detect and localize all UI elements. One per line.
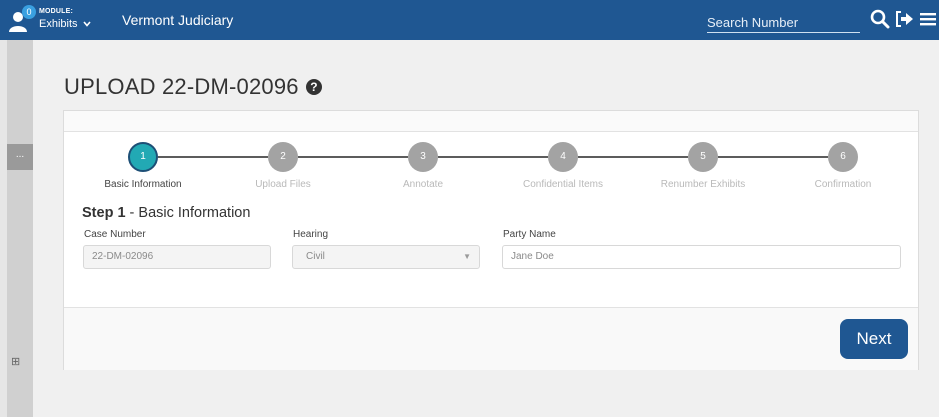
party-name-label: Party Name [503,229,556,240]
case-number-field[interactable]: 22-DM-02096 [83,245,271,269]
search-icon[interactable] [870,8,890,30]
help-icon[interactable]: ? [305,78,323,96]
search-input[interactable] [707,12,860,32]
svg-text:?: ? [310,80,318,94]
step-connector [718,156,828,158]
chevron-down-icon [82,21,91,27]
page-title: UPLOAD 22-DM-02096 ? [64,74,323,100]
step-title: - Basic Information [125,205,251,221]
step-connector [438,156,548,158]
step-connector [298,156,408,158]
module-label: MODULE: [39,8,74,15]
user-menu[interactable]: 0 [8,5,36,33]
step-6-indicator[interactable]: 6 [828,142,858,172]
step-connector [158,156,268,158]
step-1-label: Basic Information [104,179,182,190]
step-1-indicator[interactable]: 1 [128,142,158,172]
menu-icon[interactable] [919,8,937,30]
step-2-indicator[interactable]: 2 [268,142,298,172]
upload-wizard-card: 1 2 3 4 5 6 Basic Information Upload Fil… [63,110,919,370]
step-2-label: Upload Files [255,179,311,190]
notification-badge: 0 [22,5,36,19]
step-prefix: Step 1 [82,205,126,221]
step-4-label: Confidential Items [522,179,604,190]
next-button[interactable]: Next [840,319,908,359]
module-selector[interactable]: MODULE: Exhibits [39,8,91,30]
hearing-label: Hearing [293,229,329,240]
logout-icon[interactable] [894,8,914,30]
wizard-stepper: 1 2 3 4 5 6 Basic Information Upload Fil… [64,111,918,211]
step-5-label: Renumber Exhibits [660,179,746,190]
step-connector [578,156,688,158]
sidebar: ... ⊞ [0,40,33,417]
step-3-label: Annotate [402,179,444,190]
app-name: Vermont Judiciary [122,12,234,28]
page-title-text: UPLOAD 22-DM-02096 [64,74,299,99]
card-footer: Next [64,307,918,370]
case-number-label: Case Number [84,229,146,240]
hearing-value: Civil [306,251,325,262]
step-3-indicator[interactable]: 3 [408,142,438,172]
top-navbar: 0 MODULE: Exhibits Vermont Judiciary [0,0,939,40]
search-box [707,12,860,33]
step-heading: Step 1 - Basic Information [82,205,250,221]
step-4-indicator[interactable]: 4 [548,142,578,172]
hearing-select[interactable]: Civil ▼ [292,245,480,269]
party-name-field[interactable]: Jane Doe [502,245,901,269]
step-5-indicator[interactable]: 5 [688,142,718,172]
dropdown-caret-icon: ▼ [463,252,471,261]
grid-icon[interactable]: ⊞ [11,355,20,368]
sidebar-more-button[interactable]: ... [7,144,33,170]
step-6-label: Confirmation [814,179,872,190]
module-value: Exhibits [39,18,78,30]
